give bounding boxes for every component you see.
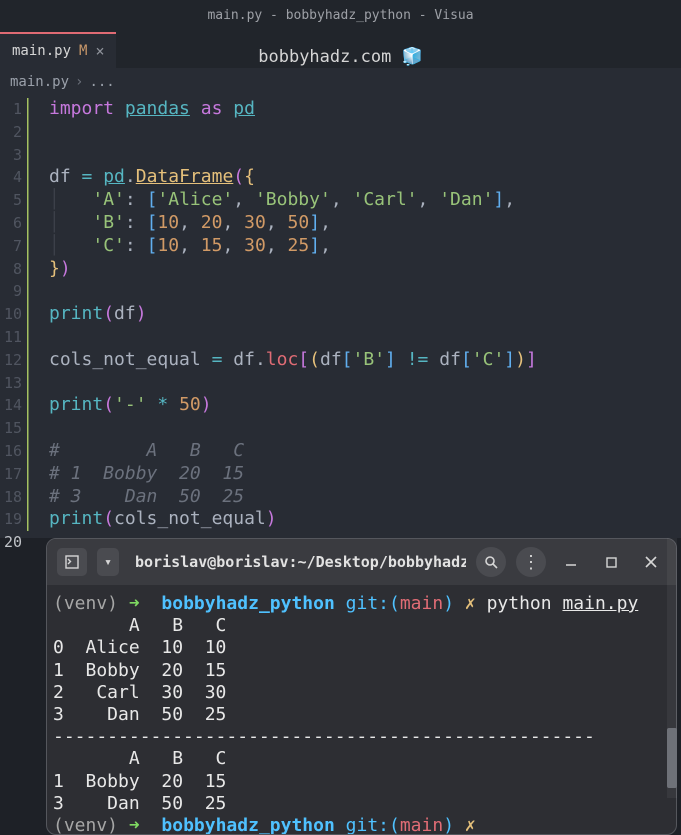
search-button[interactable] xyxy=(476,547,506,577)
scrollbar-thumb[interactable] xyxy=(667,728,677,788)
code-editor[interactable]: 1234567891011121314151617181920 import p… xyxy=(0,96,681,538)
breadcrumb-file[interactable]: main.py xyxy=(10,74,69,90)
menu-button[interactable]: ⋮ xyxy=(516,547,546,577)
terminal-output-2: A B C 1 Bobby 20 15 3 Dan 50 25 xyxy=(53,748,226,813)
watermark: bobbyhadz.com 🧊 xyxy=(0,47,681,67)
window-titlebar: main.py - bobbyhadz_python - Visua xyxy=(0,0,681,30)
minimize-button[interactable] xyxy=(556,547,586,577)
close-button[interactable] xyxy=(636,547,666,577)
minimize-icon xyxy=(565,556,577,568)
chevron-down-icon: ▾ xyxy=(104,555,112,570)
line-number-gutter: 1234567891011121314151617181920 xyxy=(0,96,26,538)
new-tab-button[interactable] xyxy=(57,548,87,576)
chevron-right-icon: › xyxy=(75,74,83,90)
terminal-window[interactable]: ▾ borislav@borislav:~/Desktop/bobbyhadz_… xyxy=(46,538,677,835)
breadcrumb[interactable]: main.py › ... xyxy=(0,68,681,96)
terminal-output-1: A B C 0 Alice 10 10 1 Bobby 20 15 2 Carl… xyxy=(53,615,226,725)
code-area[interactable]: import pandas as pd df = pd.DataFrame({│… xyxy=(31,96,681,538)
watermark-emoji: 🧊 xyxy=(402,47,423,67)
terminal-body[interactable]: (venv) ➜ bobbyhadz_python git:(main) ✗ p… xyxy=(47,585,676,835)
tab-dropdown-button[interactable]: ▾ xyxy=(97,548,119,576)
search-icon xyxy=(484,555,498,569)
scrollbar[interactable] xyxy=(667,538,677,798)
terminal-titlebar: ▾ borislav@borislav:~/Desktop/bobbyhadz_… xyxy=(47,539,676,585)
window-title: main.py - bobbyhadz_python - Visua xyxy=(207,8,473,23)
kebab-icon: ⋮ xyxy=(522,552,540,573)
breadcrumb-rest[interactable]: ... xyxy=(89,74,114,90)
watermark-text: bobbyhadz.com xyxy=(258,47,391,67)
maximize-icon xyxy=(606,557,617,568)
maximize-button[interactable] xyxy=(596,547,626,577)
terminal-title: borislav@borislav:~/Desktop/bobbyhadz_..… xyxy=(129,553,466,571)
close-icon xyxy=(645,556,657,568)
terminal-icon xyxy=(65,555,79,569)
terminal-separator: ----------------------------------------… xyxy=(53,726,595,747)
